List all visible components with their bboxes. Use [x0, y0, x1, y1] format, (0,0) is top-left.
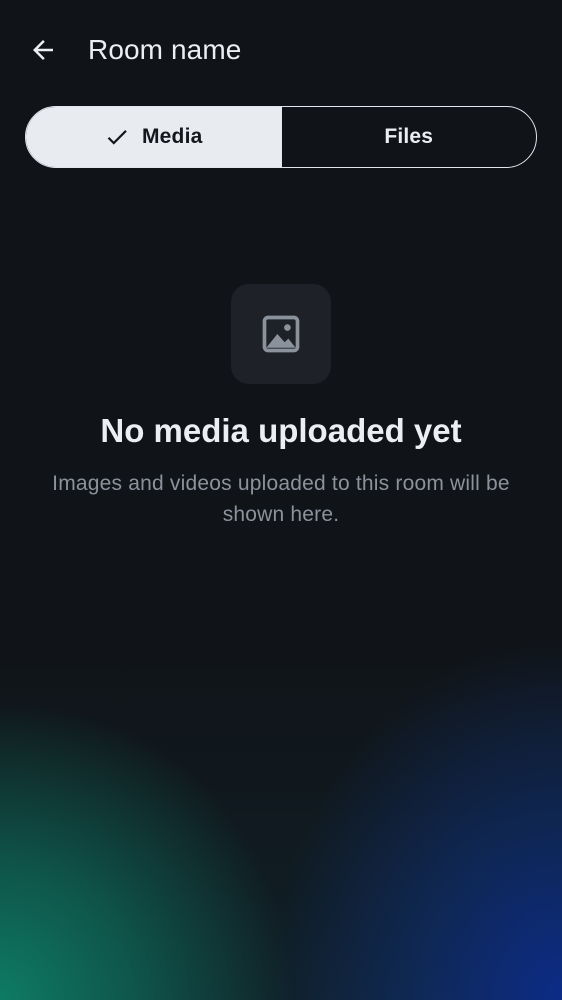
- tab-files[interactable]: Files: [282, 107, 537, 167]
- arrow-left-icon: [28, 35, 58, 65]
- empty-state-icon-container: [231, 284, 331, 384]
- tab-media-label: Media: [141, 125, 203, 148]
- top-app-bar: Room name: [0, 0, 562, 100]
- media-files-screen: Room name Media Files No media uploaded …: [0, 0, 562, 1000]
- empty-state-description: Images and videos uploaded to this room …: [52, 472, 510, 526]
- page-title: Room name: [88, 34, 242, 65]
- empty-state-title: No media uploaded yet: [100, 412, 462, 449]
- media-files-toggle: Media Files: [25, 106, 537, 168]
- check-icon: [104, 124, 130, 150]
- image-icon: [259, 312, 303, 356]
- back-button[interactable]: [22, 29, 64, 71]
- empty-state: No media uploaded yet Images and videos …: [0, 284, 562, 530]
- tab-media[interactable]: Media: [26, 107, 282, 167]
- tab-files-label: Files: [384, 125, 434, 148]
